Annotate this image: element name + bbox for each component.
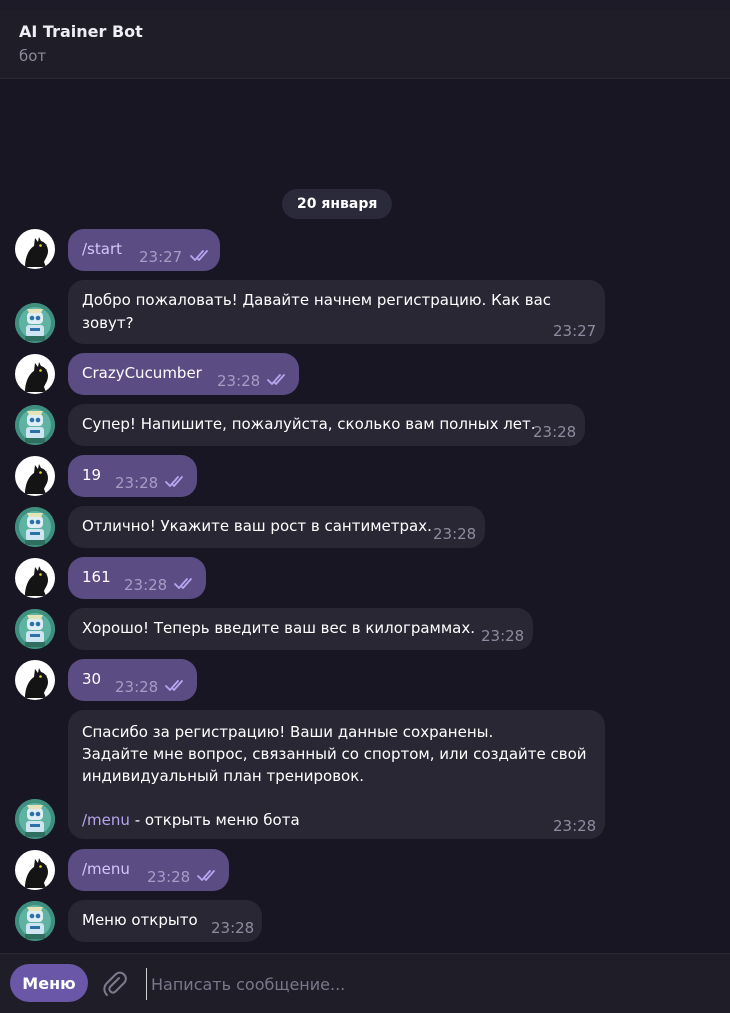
message-time: 23:28 xyxy=(115,474,159,492)
bot-menu-button[interactable]: Меню xyxy=(10,964,88,1002)
message-text: 161 xyxy=(82,568,111,586)
user-avatar[interactable] xyxy=(15,558,55,598)
message-text: зовут? xyxy=(82,314,134,332)
message-time: 23:27 xyxy=(139,248,183,266)
message-input[interactable] xyxy=(146,968,713,1000)
message-text: Меню открыто xyxy=(82,911,198,929)
message-text: 19 xyxy=(82,466,102,484)
message-text: Задайте мне вопрос, связанный со спортом… xyxy=(82,745,587,763)
double-check-icon xyxy=(165,680,183,691)
command-description: - открыть меню бота xyxy=(129,811,300,829)
chat-header[interactable]: AI Trainer Bot бот xyxy=(0,10,730,79)
message-time: 23:28 xyxy=(115,678,159,696)
bot-command-link[interactable]: /start xyxy=(82,238,122,260)
user-avatar[interactable] xyxy=(15,229,55,269)
message-outgoing[interactable]: 30 23:28 xyxy=(68,659,197,701)
message-time: 23:28 xyxy=(481,627,525,645)
bot-avatar[interactable] xyxy=(15,609,55,649)
chat-title: AI Trainer Bot xyxy=(19,22,143,41)
message-outgoing[interactable]: 161 23:28 xyxy=(68,557,206,599)
message-incoming[interactable]: Отлично! Укажите ваш рост в сантиметрах.… xyxy=(68,506,485,548)
message-time: 23:28 xyxy=(217,372,261,390)
double-check-icon xyxy=(165,476,183,487)
date-separator: 20 января xyxy=(282,189,393,219)
message-text: 30 xyxy=(82,670,102,688)
window-top-strip xyxy=(0,0,730,10)
bot-avatar[interactable] xyxy=(15,405,55,445)
message-time: 23:28 xyxy=(533,423,577,441)
message-incoming[interactable]: Супер! Напишите, пожалуйста, сколько вам… xyxy=(68,404,585,446)
message-text: Супер! Напишите, пожалуйста, сколько вам… xyxy=(82,415,536,433)
message-time: 23:28 xyxy=(124,576,168,594)
message-time: 23:28 xyxy=(211,919,255,937)
message-time: 23:28 xyxy=(433,525,477,543)
message-text: /menu - открыть меню бота xyxy=(82,809,300,831)
message-outgoing[interactable]: 19 23:28 xyxy=(68,455,197,497)
user-avatar[interactable] xyxy=(15,354,55,394)
chat-subtitle: бот xyxy=(19,47,47,65)
bot-avatar[interactable] xyxy=(15,799,55,839)
message-text: Добро пожаловать! Давайте начнем регистр… xyxy=(82,291,552,309)
double-check-icon xyxy=(267,374,285,385)
user-avatar[interactable] xyxy=(15,456,55,496)
message-incoming[interactable]: Меню открыто 23:28 xyxy=(68,900,262,942)
bot-command-link[interactable]: /menu xyxy=(82,858,130,880)
message-text: Хорошо! Теперь введите ваш вес в килогра… xyxy=(82,619,476,637)
user-avatar[interactable] xyxy=(15,660,55,700)
double-check-icon xyxy=(197,870,215,881)
message-outgoing[interactable]: /menu 23:28 xyxy=(68,849,229,891)
message-time: 23:28 xyxy=(553,817,597,835)
message-outgoing[interactable]: /start 23:27 xyxy=(68,229,220,271)
message-text: индивидуальный план тренировок. xyxy=(82,767,365,785)
message-time: 23:28 xyxy=(147,868,191,886)
paperclip-icon[interactable] xyxy=(100,969,130,999)
bot-command-link[interactable]: /menu xyxy=(82,811,130,829)
message-text: Отлично! Укажите ваш рост в сантиметрах. xyxy=(82,517,432,535)
message-incoming[interactable]: Хорошо! Теперь введите ваш вес в килогра… xyxy=(68,608,533,650)
bot-avatar[interactable] xyxy=(15,901,55,941)
double-check-icon xyxy=(190,250,208,261)
user-avatar[interactable] xyxy=(15,850,55,890)
bot-avatar[interactable] xyxy=(15,507,55,547)
double-check-icon xyxy=(174,578,192,589)
message-outgoing[interactable]: CrazyCucumber 23:28 xyxy=(68,353,299,395)
message-incoming[interactable]: Добро пожаловать! Давайте начнем регистр… xyxy=(68,280,605,344)
message-composer: Меню xyxy=(0,953,730,1013)
message-time: 23:27 xyxy=(553,322,597,340)
message-incoming[interactable]: Спасибо за регистрацию! Ваши данные сохр… xyxy=(68,710,605,839)
bot-avatar[interactable] xyxy=(15,303,55,343)
message-text: Спасибо за регистрацию! Ваши данные сохр… xyxy=(82,723,494,741)
message-text: CrazyCucumber xyxy=(82,364,202,382)
